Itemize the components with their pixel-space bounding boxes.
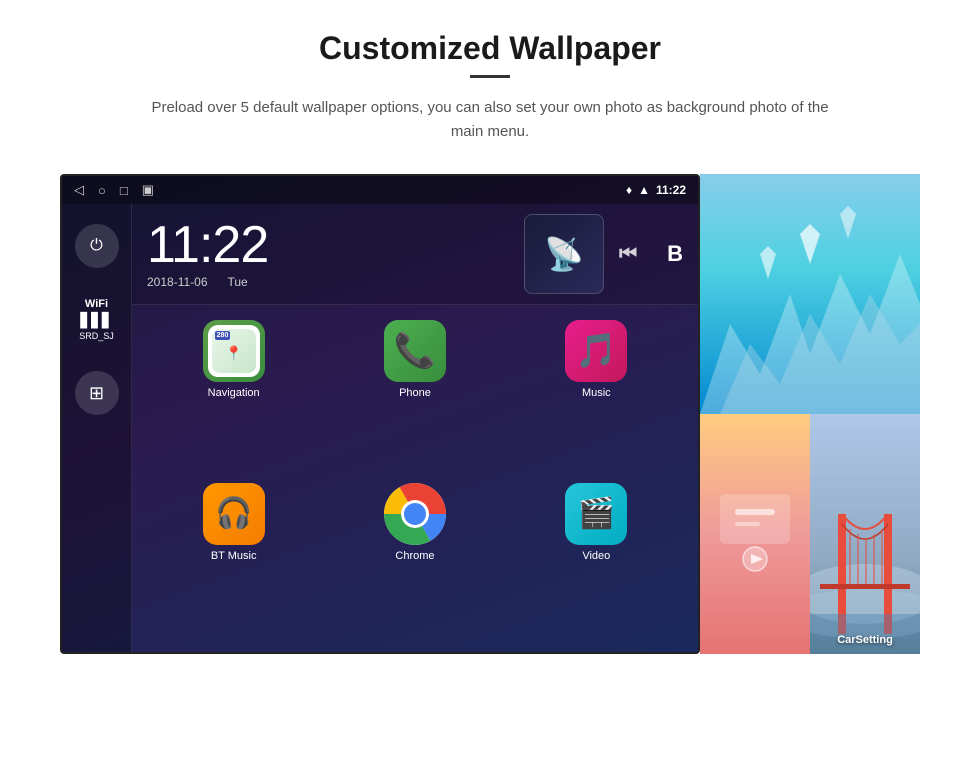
apps-icon: ⊞: [89, 383, 104, 404]
list-item[interactable]: 🎬 Video: [510, 483, 683, 638]
photo-icon: ▣: [142, 182, 154, 198]
app-label: Music: [582, 387, 611, 399]
clock-day: Tue: [228, 275, 248, 289]
app-label: BT Music: [211, 550, 257, 562]
bt-music-icon: 🎧: [203, 483, 265, 545]
clock-area: 11:22 2018-11-06 Tue 📡 ⏮ B: [132, 204, 698, 305]
video-icon: 🎬: [565, 483, 627, 545]
location-icon: ♦: [626, 183, 632, 197]
app-label: Phone: [399, 387, 431, 399]
status-bar-left: ◁ ○ □ ▣: [74, 182, 154, 198]
status-bar: ◁ ○ □ ▣ ♦ ▲ 11:22: [62, 176, 698, 204]
page-subtitle: Preload over 5 default wallpaper options…: [140, 96, 840, 144]
clock-time: 11:22: [147, 219, 509, 271]
power-button[interactable]: ⏻: [75, 224, 119, 268]
media-widget[interactable]: 📡: [524, 214, 604, 294]
clock-date-value: 2018-11-06: [147, 275, 208, 289]
wallpaper-thumb-top[interactable]: [700, 174, 920, 414]
list-item[interactable]: 🎧 BT Music: [147, 483, 320, 638]
list-item[interactable]: 🎵 Music: [510, 320, 683, 475]
android-screen: ◁ ○ □ ▣ ♦ ▲ 11:22 ⏻ WiFi ▋▋▋ SRD_: [60, 174, 700, 654]
center-content: 11:22 2018-11-06 Tue 📡 ⏮ B: [132, 204, 698, 652]
page-title: Customized Wallpaper: [319, 30, 661, 67]
wifi-network: SRD_SJ: [79, 331, 114, 341]
app-label: Chrome: [395, 550, 434, 562]
app-label: Video: [582, 550, 610, 562]
left-sidebar: ⏻ WiFi ▋▋▋ SRD_SJ ⊞: [62, 204, 132, 652]
list-item[interactable]: 280 📍 Navigation: [147, 320, 320, 475]
clock-info: 11:22 2018-11-06 Tue: [147, 219, 509, 289]
title-divider: [470, 75, 510, 78]
home-icon[interactable]: ○: [98, 183, 106, 198]
ice-visual: [700, 174, 920, 414]
status-bar-right: ♦ ▲ 11:22: [626, 183, 686, 197]
wifi-bars: ▋▋▋: [80, 312, 112, 329]
list-item[interactable]: 📞 Phone: [328, 320, 501, 475]
wallpaper-thumb-pink[interactable]: [700, 414, 810, 654]
clock-date: 2018-11-06 Tue: [147, 275, 509, 289]
wifi-label: WiFi: [85, 298, 108, 310]
wifi-icon: ▲: [638, 183, 650, 197]
apps-button[interactable]: ⊞: [75, 371, 119, 415]
recents-icon[interactable]: □: [120, 183, 128, 198]
wallpaper-bottom-row: CarSetting: [700, 414, 920, 654]
screen-content: ⏻ WiFi ▋▋▋ SRD_SJ ⊞ 11:22: [62, 204, 698, 652]
music-labels: ⏮ B: [619, 241, 683, 267]
list-item[interactable]: Chrome: [328, 483, 501, 638]
wallpaper-thumbnails: CarSetting: [700, 174, 920, 654]
apps-grid: 280 📍 Navigation 📞 Phone: [132, 305, 698, 652]
navigation-icon: 280 📍: [208, 325, 260, 377]
carsetting-label: CarSetting: [810, 634, 920, 646]
music-icon: 🎵: [565, 320, 627, 382]
power-icon: ⏻: [90, 237, 103, 255]
back-icon[interactable]: ◁: [74, 182, 84, 198]
phone-icon: 📞: [384, 320, 446, 382]
device-wrapper: ◁ ○ □ ▣ ♦ ▲ 11:22 ⏻ WiFi ▋▋▋ SRD_: [60, 174, 920, 654]
music-app-label: B: [667, 241, 683, 267]
chrome-icon: [384, 483, 446, 545]
music-prev-label: ⏮: [619, 243, 637, 266]
media-icon: 📡: [544, 235, 584, 273]
wifi-info: WiFi ▋▋▋ SRD_SJ: [79, 298, 114, 341]
status-time: 11:22: [656, 183, 686, 197]
app-label: Navigation: [208, 387, 260, 399]
wallpaper-thumb-bridge[interactable]: CarSetting: [810, 414, 920, 654]
